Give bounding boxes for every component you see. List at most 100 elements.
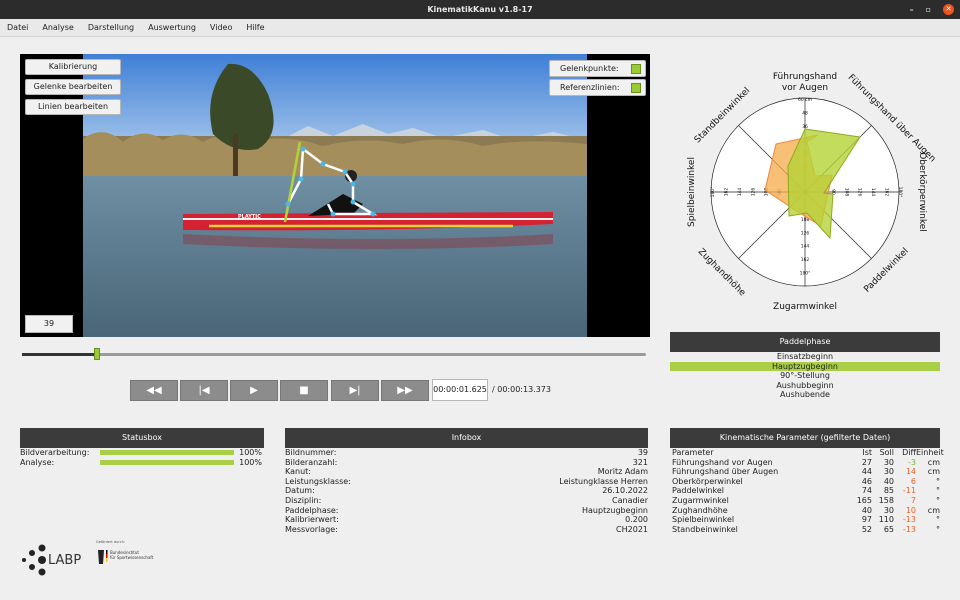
seek-slider[interactable] <box>22 348 646 360</box>
info-label: Messvorlage: <box>285 524 338 534</box>
calibration-button[interactable]: Kalibrierung <box>25 59 121 75</box>
radar-tick-label: 162 <box>884 188 890 197</box>
menu-video[interactable]: Video <box>203 23 239 32</box>
menu-datei[interactable]: Datei <box>0 23 35 32</box>
params-cell-soll: 30 <box>883 467 894 477</box>
joints-toggle[interactable]: Gelenkpunkte: <box>549 60 646 77</box>
params-cell-unit: ° <box>936 515 940 525</box>
joints-toggle-label: Gelenkpunkte: <box>560 64 619 73</box>
infobox-header: Infobox <box>285 428 648 448</box>
window-controls: – ▫ ✕ <box>910 0 954 19</box>
info-value: CH2021 <box>616 524 648 534</box>
params-cell-name: Oberkörperwinkel <box>672 476 743 486</box>
params-cell-soll: 65 <box>883 524 894 534</box>
bisp-line2: für Sportwissenschaft <box>110 555 154 560</box>
radar-tick-label: 180° <box>897 187 903 198</box>
radar-tick-label: 126 <box>857 188 863 197</box>
status-percent: 100% <box>239 457 262 467</box>
close-icon[interactable]: ✕ <box>943 4 954 15</box>
statusbox-header: Statusbox <box>20 428 264 448</box>
phase-item[interactable]: Einsatzbeginn <box>670 352 940 362</box>
stop-button[interactable]: ■ <box>280 380 328 401</box>
reference-lines-toggle[interactable]: Referenzlinien: <box>549 79 646 96</box>
params-cell-unit: cm <box>927 457 940 467</box>
radar-axis-label-0b: vor Augen <box>782 83 828 93</box>
radar-tick-label: 180° <box>800 271 811 277</box>
params-row: Führungshand über Augen 44 30 14 cm <box>672 467 940 477</box>
params-column-header: Parameter <box>672 448 714 457</box>
radar-tick-label: 48 <box>802 110 808 116</box>
params-table: Parameter Ist Soll Diff Einheit Führungshand … <box>672 448 944 535</box>
step-forward-button[interactable]: ▶| <box>331 380 379 401</box>
info-value: Canadier <box>612 495 648 505</box>
minimize-icon[interactable]: – <box>910 0 914 19</box>
info-label: Disziplin: <box>285 495 322 505</box>
params-cell-name: Zugarmwinkel <box>672 495 729 505</box>
info-value: 0.200 <box>625 515 648 525</box>
status-row: Bildverarbeitung: 100% <box>20 448 264 458</box>
labp-logo <box>22 544 46 576</box>
frame-number-field[interactable]: 39 <box>25 315 73 333</box>
seek-slider-fill <box>22 353 97 356</box>
params-cell-ist: 44 <box>861 467 872 477</box>
info-row: Bildnummer: 39 <box>285 448 648 458</box>
params-column-header: Einheit <box>916 448 944 457</box>
params-cell-soll: 85 <box>883 486 894 496</box>
fast-forward-button[interactable]: ▶▶ <box>381 380 429 401</box>
window-titlebar: KinematikKanu v1.8-17 – ▫ ✕ <box>0 0 960 19</box>
phase-item[interactable]: Hauptzugbeginn <box>670 361 940 371</box>
params-row: Zugarmwinkel 165 158 7 ° <box>672 496 940 506</box>
window-title: KinematikKanu v1.8-17 <box>427 5 533 14</box>
params-cell-ist: 46 <box>861 476 872 486</box>
info-value: Hauptzugbeginn <box>582 505 648 515</box>
maximize-icon[interactable]: ▫ <box>926 0 931 19</box>
info-row: Disziplin: Canadier <box>285 496 648 506</box>
info-label: Paddelphase: <box>285 505 339 515</box>
status-percent: 100% <box>239 448 262 457</box>
current-time-field[interactable]: 00:00:01.625 <box>432 379 488 401</box>
phase-item[interactable]: Aushubbeginn <box>670 381 940 391</box>
edit-joints-button[interactable]: Gelenke bearbeiten <box>25 79 121 95</box>
menu-hilfe[interactable]: Hilfe <box>239 23 271 32</box>
video-viewer[interactable]: PLAYTIC Kalibrierung Gelenke bearbeiten … <box>20 54 650 337</box>
params-cell-name: Führungshand über Augen <box>672 467 779 477</box>
radar-tick-label: 126 <box>750 188 756 197</box>
edit-lines-button[interactable]: Linien bearbeiten <box>25 99 121 115</box>
reference-checkbox[interactable] <box>631 83 641 93</box>
params-column-header: Ist <box>862 448 872 457</box>
step-back-button[interactable]: |◀ <box>180 380 228 401</box>
info-row: Kalibrierwert: 0.200 <box>285 515 648 525</box>
params-cell-ist: 165 <box>856 495 872 505</box>
radar-tick-label: 180° <box>710 187 716 198</box>
rewind-button[interactable]: ◀◀ <box>130 380 178 401</box>
params-row: Zughandhöhe 40 30 10 cm <box>672 506 940 516</box>
radar-axis-label-2: Oberkörperwinkel <box>917 152 927 232</box>
params-column-header: Diff <box>902 448 916 457</box>
radar-tick-label: 126 <box>801 230 810 236</box>
menu-darstellung[interactable]: Darstellung <box>81 23 141 32</box>
params-cell-soll: 40 <box>883 476 894 486</box>
radar-tick-label: 60 cm <box>798 97 812 103</box>
status-label: Analyse: <box>20 457 55 467</box>
radar-tick-label: 144 <box>801 244 810 250</box>
phase-item[interactable]: Aushubende <box>670 390 940 400</box>
menu-analyse[interactable]: Analyse <box>35 23 81 32</box>
params-header-row: Parameter Ist Soll Diff Einheit <box>672 448 944 458</box>
params-row: Oberkörperwinkel 46 40 6 ° <box>672 477 940 487</box>
params-cell-unit: ° <box>936 476 940 486</box>
params-cell-unit: ° <box>936 524 940 534</box>
radar-tick-label: 162 <box>801 257 810 263</box>
params-row: Standbeinwinkel 52 65 -13 ° <box>672 525 940 535</box>
menu-auswertung[interactable]: Auswertung <box>141 23 203 32</box>
params-row: Paddelwinkel 74 85 -11 ° <box>672 486 940 496</box>
phase-item[interactable]: 90°-Stellung <box>670 371 940 381</box>
funding-note: Gefördert durch: <box>96 540 125 544</box>
play-button[interactable]: ▶ <box>230 380 278 401</box>
infobox-panel: Bildnummer: 39 Bilderanzahl: 321 Kanut: Morit… <box>285 448 648 534</box>
params-row: Führungshand vor Augen 27 30 -3 cm <box>672 458 940 468</box>
seek-slider-handle[interactable] <box>93 348 100 360</box>
joints-checkbox[interactable] <box>631 64 641 74</box>
boat-brand-text: PLAYTIC <box>238 214 261 220</box>
status-row: Analyse: 100% <box>20 458 264 468</box>
params-cell-ist: 52 <box>861 524 872 534</box>
